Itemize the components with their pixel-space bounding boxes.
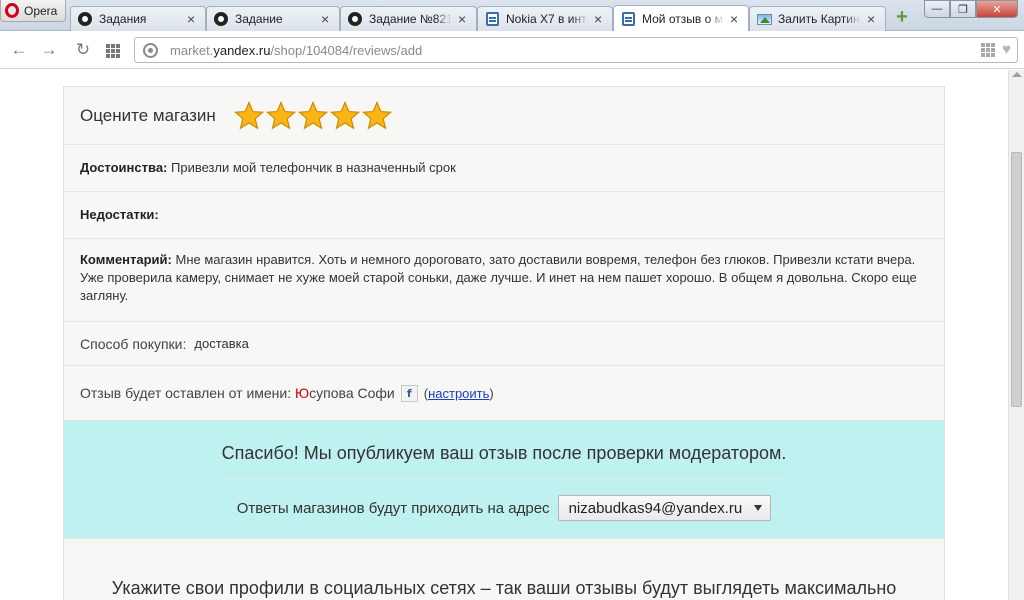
tab-close-icon[interactable]: × <box>867 12 879 26</box>
tab-zadaniya[interactable]: Задания × <box>70 6 206 31</box>
star-icon[interactable] <box>233 100 264 131</box>
rating-title: Оцените магазин <box>80 105 216 125</box>
opera-logo-icon <box>5 3 19 18</box>
tab-close-icon[interactable]: × <box>730 12 742 26</box>
yandex-icon <box>347 11 363 27</box>
star-icon[interactable] <box>297 100 328 131</box>
author-label: Отзыв будет оставлен от имени: <box>80 385 292 401</box>
reply-email-select[interactable]: nizabudkas94@yandex.ru <box>557 495 772 521</box>
address-url[interactable]: market.yandex.ru/shop/104084/reviews/add <box>170 43 422 58</box>
window-controls: — ❐ ✕ <box>924 0 1018 18</box>
divider <box>220 478 788 479</box>
speed-dial-add-icon[interactable] <box>981 43 996 57</box>
thanks-panel: Спасибо! Мы опубликуем ваш отзыв после п… <box>64 421 944 539</box>
comment-row: Комментарий: Мне магазин нравится. Хоть … <box>64 239 944 322</box>
purchase-method-value: доставка <box>194 336 249 351</box>
navigation-toolbar: ← → ↻ market.yandex.ru/shop/104084/revie… <box>0 31 1024 69</box>
tab-close-icon[interactable]: × <box>321 12 333 26</box>
minimize-button[interactable]: — <box>924 0 950 18</box>
facebook-icon: f <box>400 384 418 402</box>
social-profiles-prompt: Укажите свои профили в социальных сетях … <box>64 539 944 600</box>
tab-label: Задания <box>99 12 147 26</box>
scroll-up-icon[interactable] <box>1012 72 1022 77</box>
tab-label: Мой отзыв о м <box>642 11 723 26</box>
page-viewport: Оцените магазин Достоинства: Привезли мо… <box>0 70 1008 600</box>
tab-my-review[interactable]: Мой отзыв о м × <box>613 5 749 31</box>
author-name: Юсупова Софи <box>295 385 395 401</box>
star-rating[interactable] <box>233 100 392 131</box>
tab-label: Nokia X7 в инте <box>506 12 588 26</box>
document-icon <box>484 11 500 27</box>
forward-button[interactable]: → <box>38 39 60 61</box>
scrollbar-thumb[interactable] <box>1011 152 1022 407</box>
tab-close-icon[interactable]: × <box>187 12 199 26</box>
back-button[interactable]: ← <box>8 39 30 61</box>
image-icon <box>756 11 772 27</box>
advantages-label: Достоинства: <box>80 160 168 175</box>
tab-close-icon[interactable]: × <box>594 12 606 26</box>
document-icon <box>620 11 636 27</box>
configure-link[interactable]: настроить <box>428 386 489 401</box>
tab-zadanie[interactable]: Задание × <box>206 6 340 31</box>
advantages-text: Привезли мой телефончик в назначенный ср… <box>171 160 456 175</box>
star-icon[interactable] <box>265 100 296 131</box>
heart-icon[interactable]: ♥ <box>1002 42 1011 57</box>
thanks-title: Спасибо! Мы опубликуем ваш отзыв после п… <box>221 443 787 463</box>
opera-menu-label: Opera <box>24 3 58 18</box>
site-info-icon[interactable] <box>143 43 158 58</box>
tab-upload-image[interactable]: Залить Картин × <box>749 6 886 31</box>
purchase-method-label: Способ покупки: <box>80 335 187 352</box>
star-icon[interactable] <box>361 100 392 131</box>
tab-strip: Opera Задания × Задание × Задание №821 ×… <box>0 0 1024 31</box>
comment-label: Комментарий: <box>80 252 172 267</box>
reply-email-line: Ответы магазинов будут приходить на адре… <box>64 495 944 521</box>
vertical-scrollbar[interactable] <box>1008 70 1024 600</box>
advantages-row: Достоинства: Привезли мой телефончик в н… <box>64 145 944 192</box>
reload-button[interactable]: ↻ <box>72 39 94 61</box>
tab-nokia-x7[interactable]: Nokia X7 в инте × <box>477 6 613 31</box>
yandex-icon <box>77 11 93 27</box>
star-icon[interactable] <box>329 100 360 131</box>
maximize-button[interactable]: ❐ <box>950 0 976 18</box>
reply-email-label: Ответы магазинов будут приходить на адре… <box>236 499 550 517</box>
reply-email-value: nizabudkas94@yandex.ru <box>568 499 743 517</box>
author-row: Отзыв будет оставлен от имени: Юсупова С… <box>64 366 944 421</box>
chevron-down-icon <box>754 505 763 511</box>
rating-row: Оцените магазин <box>64 87 944 145</box>
yandex-icon <box>213 11 229 27</box>
tab-label: Задание <box>235 12 283 26</box>
tab-zadanie-821[interactable]: Задание №821 × <box>340 6 477 31</box>
disadvantages-row: Недостатки: <box>64 192 944 239</box>
opera-menu-button[interactable]: Opera <box>0 0 66 22</box>
address-bar-actions: ♥ <box>981 42 1011 57</box>
tab-label: Задание №821 <box>369 12 452 26</box>
comment-text: Мне магазин нравится. Хоть и немного дор… <box>80 252 917 303</box>
speed-dial-icon[interactable] <box>106 44 120 58</box>
address-bar[interactable]: market.yandex.ru/shop/104084/reviews/add… <box>134 37 1018 63</box>
purchase-method-row: Способ покупки: доставка <box>64 322 944 366</box>
tab-label: Залить Картин <box>778 12 860 26</box>
close-window-button[interactable]: ✕ <box>976 0 1018 18</box>
disadvantages-label: Недостатки: <box>80 207 159 222</box>
new-tab-button[interactable]: + <box>892 7 912 27</box>
tab-close-icon[interactable]: × <box>458 12 470 26</box>
review-card: Оцените магазин Достоинства: Привезли мо… <box>63 86 945 600</box>
